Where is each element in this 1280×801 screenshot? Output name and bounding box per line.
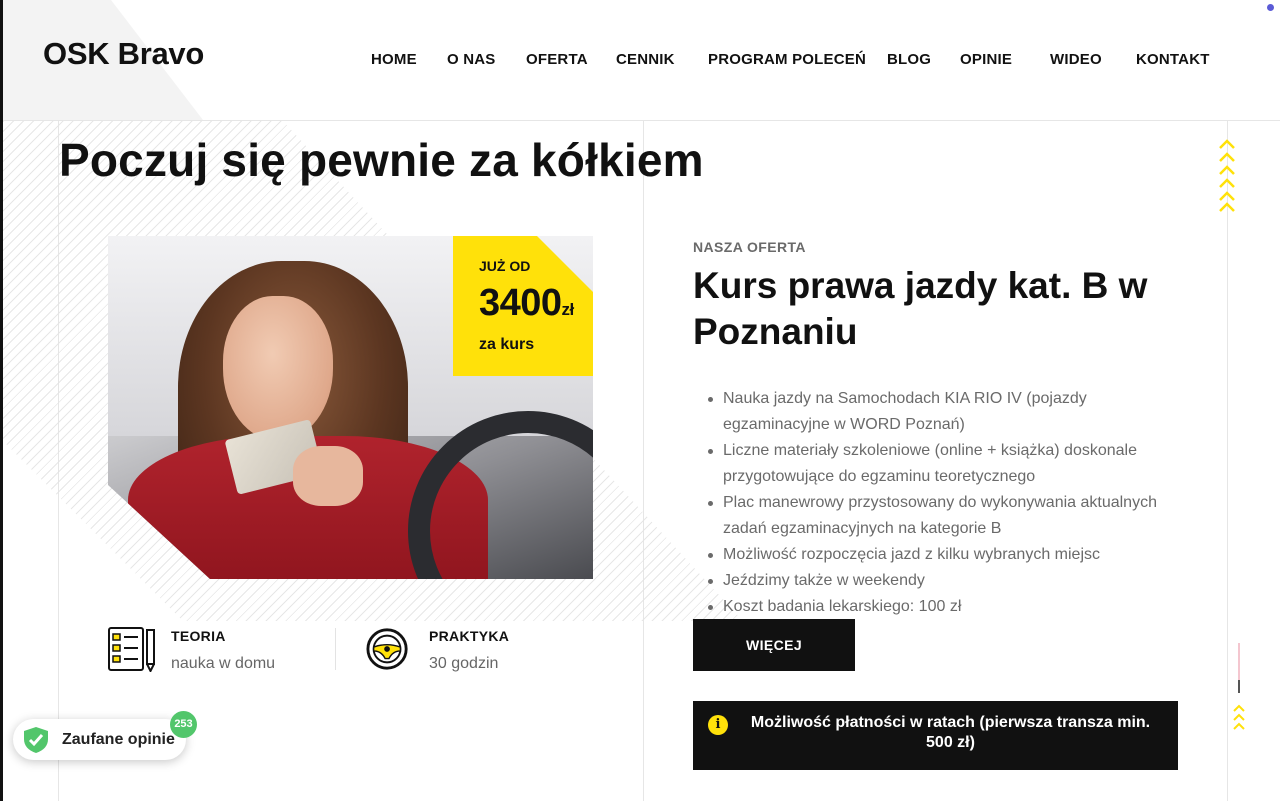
list-item: Koszt badania lekarskiego: 100 zł [708, 594, 1193, 620]
photo-face [223, 296, 333, 441]
main-nav: HOME O NAS OFERTA CENNIK PROGRAM POLECEŃ… [0, 51, 1280, 71]
offer-bullets: Nauka jazdy na Samochodach KIA RIO IV (p… [708, 386, 1193, 620]
feature-teoria: TEORIA nauka w domu [108, 626, 328, 674]
trust-badge[interactable]: Zaufane opinie [13, 719, 186, 760]
offer-eyebrow: NASZA OFERTA [693, 239, 806, 255]
list-item: Liczne materiały szkoleniowe (online + k… [708, 438, 1193, 490]
checklist-icon [108, 627, 155, 672]
photo-hand [293, 446, 363, 506]
list-item: Możliwość rozpoczęcia jazd z kilku wybra… [708, 542, 1193, 568]
scroll-top-icon[interactable] [1233, 704, 1245, 732]
nav-item-opinie[interactable]: OPINIE [960, 51, 1012, 68]
nav-item-blog[interactable]: BLOG [887, 51, 931, 68]
info-icon: i [708, 715, 728, 735]
trust-badge-label: Zaufane opinie [62, 731, 175, 748]
page-title: Poczuj się pewnie za kółkiem [59, 134, 704, 186]
review-count-badge: 253 [170, 711, 197, 738]
grid-line [643, 121, 644, 801]
more-button[interactable]: WIĘCEJ [693, 619, 855, 671]
list-item: Jeździmy także w weekendy [708, 568, 1193, 594]
feature-label: TEORIA [171, 628, 226, 644]
chevrons-up-icon [1219, 139, 1235, 212]
nav-item-home[interactable]: HOME [371, 51, 417, 68]
photo-steering-wheel [408, 411, 593, 579]
feature-divider [335, 628, 336, 670]
header-divider [3, 120, 1280, 121]
price-amount: 3400zł [479, 282, 574, 325]
price-value: 3400 [479, 282, 562, 324]
shield-check-icon [24, 727, 48, 753]
feature-label: PRAKTYKA [429, 628, 510, 644]
feature-value: 30 godzin [429, 655, 499, 672]
installments-notice: i Możliwość płatności w ratach (pierwsza… [693, 701, 1178, 770]
scroll-progress-thumb[interactable] [1238, 680, 1240, 693]
price-from: JUŻ OD [479, 258, 531, 274]
price-per: za kurs [479, 336, 535, 353]
nav-item-oferta[interactable]: OFERTA [526, 51, 588, 68]
feature-praktyka: PRAKTYKA 30 godzin [366, 626, 566, 674]
nav-item-program-polecen[interactable]: PROGRAM POLECEŃ [708, 51, 866, 68]
offer-title: Kurs prawa jazdy kat. B w Poznaniu [693, 265, 1148, 352]
list-item: Plac manewrowy przystosowany do wykonywa… [708, 490, 1193, 542]
steering-wheel-icon [366, 628, 408, 670]
nav-item-o-nas[interactable]: O NAS [447, 51, 496, 68]
nav-item-kontakt[interactable]: KONTAKT [1136, 51, 1210, 68]
notice-text: Możliwość płatności w ratach (pierwsza t… [750, 714, 1151, 751]
corner-dot [1267, 4, 1274, 11]
feature-value: nauka w domu [171, 655, 276, 672]
price-currency: zł [561, 300, 575, 319]
list-item: Nauka jazdy na Samochodach KIA RIO IV (p… [708, 386, 1193, 438]
grid-line [1227, 121, 1228, 801]
nav-item-cennik[interactable]: CENNIK [616, 51, 675, 68]
nav-item-wideo[interactable]: WIDEO [1050, 51, 1102, 68]
